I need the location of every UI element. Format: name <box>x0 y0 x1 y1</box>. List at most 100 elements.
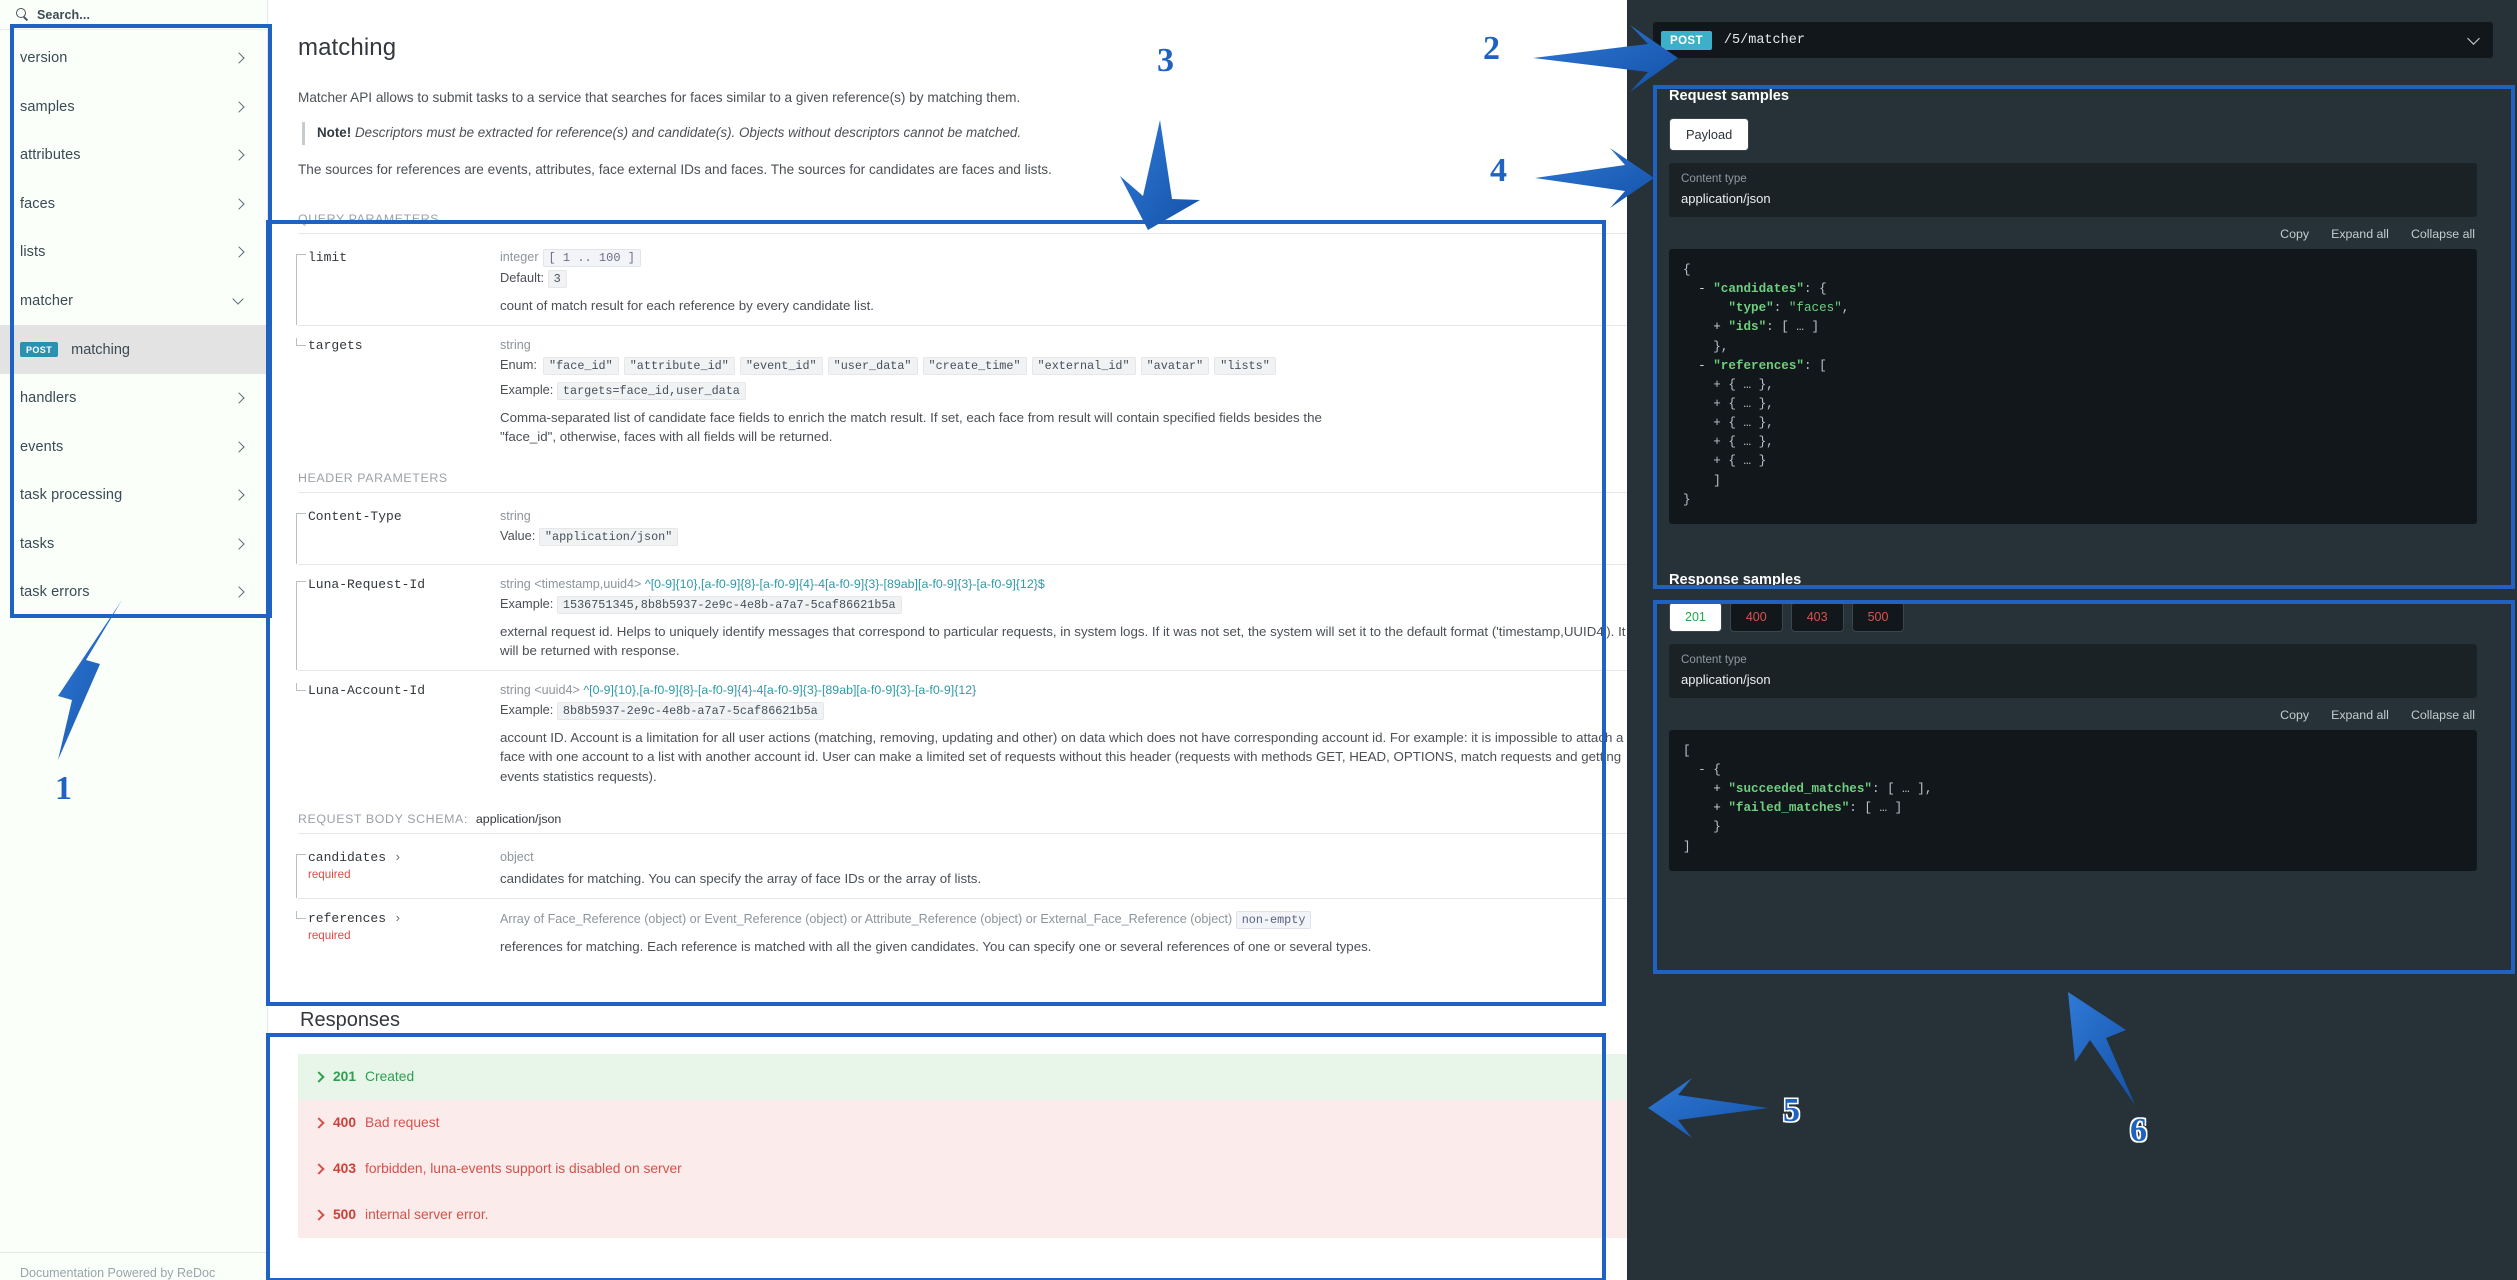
parameter-type-label: string <timestamp,uuid4> <box>500 577 641 591</box>
enum-value: "lists" <box>1214 357 1276 375</box>
sidebar-item-handlers[interactable]: handlers <box>0 374 267 423</box>
sidebar-item-label: matcher <box>20 293 233 309</box>
parameter-name-label: Content-Type <box>308 509 402 524</box>
parameter-row-luna-account-id: Luna-Account-Id string <uuid4> ^[0-9]{10… <box>298 670 1627 796</box>
sidebar-item-task-errors[interactable]: task errors <box>0 568 267 617</box>
expand-all-button[interactable]: Expand all <box>2331 708 2389 722</box>
expand-all-button[interactable]: Expand all <box>2331 227 2389 241</box>
tree-bracket-icon <box>296 338 306 346</box>
parameter-regex: ^[0-9]{10},[a-f0-9]{8}-[a-f0-9]{4}-4[a-f… <box>583 683 976 697</box>
sidebar-item-label: samples <box>20 99 233 115</box>
http-verb-badge: POST <box>1661 31 1712 50</box>
parameter-name-label: Luna-Request-Id <box>308 577 425 592</box>
collapse-all-button[interactable]: Collapse all <box>2411 708 2475 722</box>
sidebar-item-tasks[interactable]: tasks <box>0 520 267 569</box>
sidebar-item-lists[interactable]: lists <box>0 228 267 277</box>
response-row-201[interactable]: 201 Created <box>298 1054 1627 1100</box>
parameter-name: references › required <box>298 911 498 956</box>
chevron-right-icon <box>233 52 245 64</box>
parameter-name-label: Luna-Account-Id <box>308 683 425 698</box>
responses-heading: Responses <box>300 1009 1627 1032</box>
response-code: 500 <box>333 1207 356 1222</box>
parameter-name-label: candidates <box>308 850 386 865</box>
enum-value: "face_id" <box>543 357 619 375</box>
parameter-description: references for matching. Each reference … <box>500 937 1627 956</box>
response-tab-403[interactable]: 403 <box>1791 602 1844 632</box>
parameter-type: string <timestamp,uuid4> ^[0-9]{10},[a-f… <box>500 577 1627 591</box>
response-tab-400[interactable]: 400 <box>1730 602 1783 632</box>
copy-button[interactable]: Copy <box>2280 227 2309 241</box>
response-content-type-box: Content type application/json <box>1669 644 2477 698</box>
required-label: required <box>308 868 498 881</box>
sidebar-item-attributes[interactable]: attributes <box>0 131 267 180</box>
parameter-name: candidates › required <box>298 850 498 888</box>
copy-button[interactable]: Copy <box>2280 708 2309 722</box>
sidebar-item-samples[interactable]: samples <box>0 83 267 132</box>
response-text: Created <box>365 1069 414 1084</box>
parameter-body: object candidates for matching. You can … <box>498 850 1627 888</box>
sidebar-item-matcher[interactable]: matcher <box>0 277 267 326</box>
chevron-right-icon <box>233 538 245 550</box>
parameter-description: Comma-separated list of candidate face f… <box>500 408 1380 447</box>
search-box[interactable]: Search... <box>0 0 267 30</box>
chevron-right-icon <box>314 1118 324 1128</box>
value-value: "application/json" <box>539 528 678 546</box>
response-row-500[interactable]: 500 internal server error. <box>298 1192 1627 1238</box>
parameter-body: integer[ 1 .. 100 ] Default: 3 count of … <box>498 250 1627 315</box>
response-tab-201[interactable]: 201 <box>1669 602 1722 632</box>
sidebar-item-events[interactable]: events <box>0 423 267 472</box>
response-text: internal server error. <box>365 1207 488 1222</box>
content-type-value[interactable]: application/json <box>1681 191 2465 206</box>
chevron-right-icon[interactable]: › <box>386 850 402 865</box>
response-tab-500[interactable]: 500 <box>1852 602 1905 632</box>
content-type-value[interactable]: application/json <box>1681 672 2465 687</box>
sidebar-item-label: task errors <box>20 584 233 600</box>
enum-value: "attribute_id" <box>624 357 735 375</box>
sidebar-item-faces[interactable]: faces <box>0 180 267 229</box>
content-type-label: Content type <box>1681 172 2465 185</box>
responses-list: 201 Created 400 Bad request 403 forbidde… <box>298 1054 1627 1238</box>
sidebar-item-label: tasks <box>20 536 233 552</box>
response-row-403[interactable]: 403 forbidden, luna-events support is di… <box>298 1146 1627 1192</box>
enum-label: Enum: <box>500 357 537 372</box>
parameter-row-content-type: Content-Type string Value: "application/… <box>298 497 1627 564</box>
tree-bracket-icon <box>296 683 306 691</box>
payload-tab[interactable]: Payload <box>1669 118 1749 151</box>
example-value: 8b8b5937-2e9c-4e8b-a7a7-5caf86621b5a <box>557 702 824 720</box>
endpoint-url-bar[interactable]: POST /5/matcher <box>1653 22 2493 58</box>
parameter-type: string <box>500 509 1627 523</box>
right-panel: POST /5/matcher Request samples Payload … <box>1627 0 2517 1280</box>
search-icon <box>16 8 29 21</box>
sidebar: Search... version samples attributes fac… <box>0 0 268 1280</box>
chevron-right-icon <box>233 586 245 598</box>
chevron-right-icon[interactable]: › <box>386 911 402 926</box>
parameter-type-label: string <uuid4> <box>500 683 580 697</box>
parameter-type: string <box>500 338 1627 352</box>
sidebar-item-task-processing[interactable]: task processing <box>0 471 267 520</box>
parameter-type: string <uuid4> ^[0-9]{10},[a-f0-9]{8}-[a… <box>500 683 1627 697</box>
parameter-name: Content-Type <box>298 509 498 554</box>
enum-value: "external_id" <box>1032 357 1136 375</box>
intro-paragraph: Matcher API allows to submit tasks to a … <box>298 88 1608 108</box>
search-input[interactable]: Search... <box>37 8 90 22</box>
enum-value: "event_id" <box>740 357 823 375</box>
parameter-name: targets <box>298 338 498 447</box>
sidebar-item-matching[interactable]: POST matching <box>0 325 267 374</box>
parameter-description: count of match result for each reference… <box>500 296 1627 315</box>
main-content: matching Matcher API allows to submit ta… <box>268 0 1627 1280</box>
endpoint-path: /5/matcher <box>1724 33 2455 48</box>
response-code: 201 <box>333 1069 356 1084</box>
collapse-all-button[interactable]: Collapse all <box>2411 227 2475 241</box>
request-content-type-box: Content type application/json <box>1669 163 2477 217</box>
response-status-tabs: 201 400 403 500 <box>1669 602 2477 632</box>
response-row-400[interactable]: 400 Bad request <box>298 1100 1627 1146</box>
sidebar-item-label: matching <box>71 342 130 358</box>
sidebar-item-version[interactable]: version <box>0 34 267 83</box>
parameter-description: candidates for matching. You can specify… <box>500 869 1627 888</box>
chevron-down-icon[interactable] <box>2467 33 2481 47</box>
enum-value: "user_data" <box>828 357 918 375</box>
parameter-regex: ^[0-9]{10},[a-f0-9]{8}-[a-f0-9]{4}-4[a-f… <box>645 577 1045 591</box>
parameter-row-limit: limit integer[ 1 .. 100 ] Default: 3 cou… <box>298 238 1627 325</box>
parameter-type-label: Array of Face_Reference (object) or Even… <box>500 912 1232 926</box>
response-samples-title: Response samples <box>1669 572 2477 588</box>
